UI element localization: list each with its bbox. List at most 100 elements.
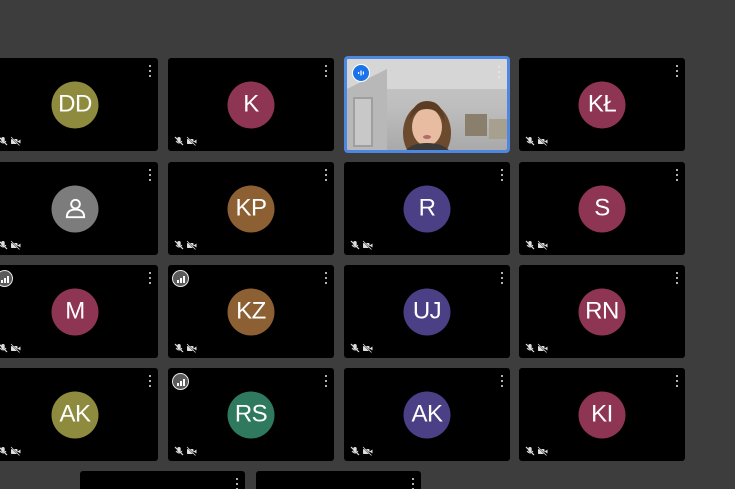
camera-off-icon <box>537 240 548 250</box>
participant-initials: UJ <box>412 297 442 325</box>
media-status <box>0 446 21 456</box>
more-options-icon[interactable] <box>148 272 152 284</box>
mic-off-icon <box>0 241 8 250</box>
participant-tile[interactable]: AK <box>344 368 510 461</box>
participant-initials: KI <box>591 400 613 428</box>
media-status <box>350 343 373 353</box>
more-options-icon[interactable] <box>324 375 328 387</box>
participant-avatar: AK <box>51 391 99 438</box>
mic-off-icon <box>525 136 535 146</box>
signal-strength-icon <box>172 373 189 390</box>
media-status <box>0 240 21 250</box>
camera-off-icon <box>186 240 197 250</box>
participant-avatar: RN <box>578 288 626 335</box>
signal-strength-icon <box>172 270 189 287</box>
more-options-icon[interactable] <box>324 169 328 181</box>
camera-off-icon <box>362 343 373 353</box>
mic-off-icon <box>525 343 535 353</box>
media-status <box>350 446 373 456</box>
camera-off-icon <box>186 446 197 456</box>
participant-tile[interactable]: M <box>0 265 158 358</box>
person-icon <box>65 198 85 219</box>
participant-avatar: KI <box>578 391 626 438</box>
meeting-grid: DD K KŁ KP R S M KZ UJ RN AK RS AK KI <box>0 0 735 489</box>
participant-avatar: KP <box>227 185 275 232</box>
more-options-icon[interactable] <box>324 65 328 77</box>
participant-initials: S <box>594 194 610 222</box>
participant-tile[interactable]: KŁ <box>519 58 685 151</box>
participant-tile[interactable]: KP <box>168 162 334 255</box>
more-options-icon[interactable] <box>675 65 679 77</box>
mic-off-icon <box>525 446 535 456</box>
participant-initials: RN <box>585 297 619 325</box>
speaking-indicator-icon <box>352 64 370 82</box>
more-options-icon[interactable] <box>500 169 504 181</box>
participant-tile[interactable]: RS <box>168 368 334 461</box>
more-options-icon[interactable] <box>324 272 328 284</box>
participant-initials: RS <box>234 400 268 428</box>
more-options-icon[interactable] <box>411 478 415 489</box>
participant-tile[interactable]: KZ <box>168 265 334 358</box>
media-status <box>174 446 197 456</box>
mic-off-icon <box>350 343 360 353</box>
participant-initials: KP <box>235 194 267 222</box>
more-options-icon[interactable] <box>148 65 152 77</box>
media-status <box>0 136 21 146</box>
participant-avatar: M <box>51 288 99 335</box>
media-status <box>525 240 548 250</box>
mic-off-icon <box>174 136 184 146</box>
camera-off-icon <box>10 446 21 456</box>
participant-initials: AK <box>411 400 443 428</box>
participant-tile-video[interactable] <box>344 56 510 153</box>
camera-off-icon <box>537 136 548 146</box>
more-options-icon[interactable] <box>675 375 679 387</box>
media-status <box>525 136 548 146</box>
participant-tile[interactable] <box>80 471 245 489</box>
media-status <box>525 446 548 456</box>
more-options-icon[interactable] <box>235 478 239 489</box>
participant-tile[interactable]: K <box>168 58 334 151</box>
more-options-icon[interactable] <box>148 375 152 387</box>
mic-off-icon <box>0 344 8 353</box>
mic-off-icon <box>0 447 8 456</box>
camera-off-icon <box>186 343 197 353</box>
participant-initials: AK <box>59 400 91 428</box>
more-options-icon[interactable] <box>500 375 504 387</box>
more-options-icon[interactable] <box>675 169 679 181</box>
camera-off-icon <box>186 136 197 146</box>
participant-tile[interactable]: UJ <box>344 265 510 358</box>
participant-tile[interactable]: R <box>344 162 510 255</box>
media-status <box>350 240 373 250</box>
participant-tile[interactable] <box>0 162 158 255</box>
camera-off-icon <box>10 343 21 353</box>
camera-off-icon <box>537 446 548 456</box>
mic-off-icon <box>525 240 535 250</box>
media-status <box>174 240 197 250</box>
more-options-icon[interactable] <box>148 169 152 181</box>
participant-avatar: UJ <box>403 288 451 335</box>
participant-avatar: KŁ <box>578 81 626 128</box>
participant-initials: DD <box>58 90 92 118</box>
camera-off-icon <box>362 240 373 250</box>
participant-avatar: AK <box>403 391 451 438</box>
participant-tile[interactable] <box>256 471 421 489</box>
participant-initials: R <box>418 194 436 222</box>
media-status <box>174 343 197 353</box>
participant-tile[interactable]: RN <box>519 265 685 358</box>
participant-initials: K <box>243 90 259 118</box>
participant-avatar: KZ <box>227 288 275 335</box>
camera-off-icon <box>362 446 373 456</box>
participant-avatar: K <box>227 81 275 128</box>
participant-tile[interactable]: S <box>519 162 685 255</box>
mic-off-icon <box>174 240 184 250</box>
more-options-icon[interactable] <box>675 272 679 284</box>
participant-tile[interactable]: DD <box>0 58 158 151</box>
participant-tile[interactable]: AK <box>0 368 158 461</box>
participant-initials: KZ <box>236 297 266 325</box>
participant-initials: M <box>65 297 85 325</box>
participant-tile[interactable]: KI <box>519 368 685 461</box>
media-status <box>174 136 197 146</box>
media-status <box>0 343 21 353</box>
more-options-icon[interactable] <box>497 66 501 78</box>
more-options-icon[interactable] <box>500 272 504 284</box>
